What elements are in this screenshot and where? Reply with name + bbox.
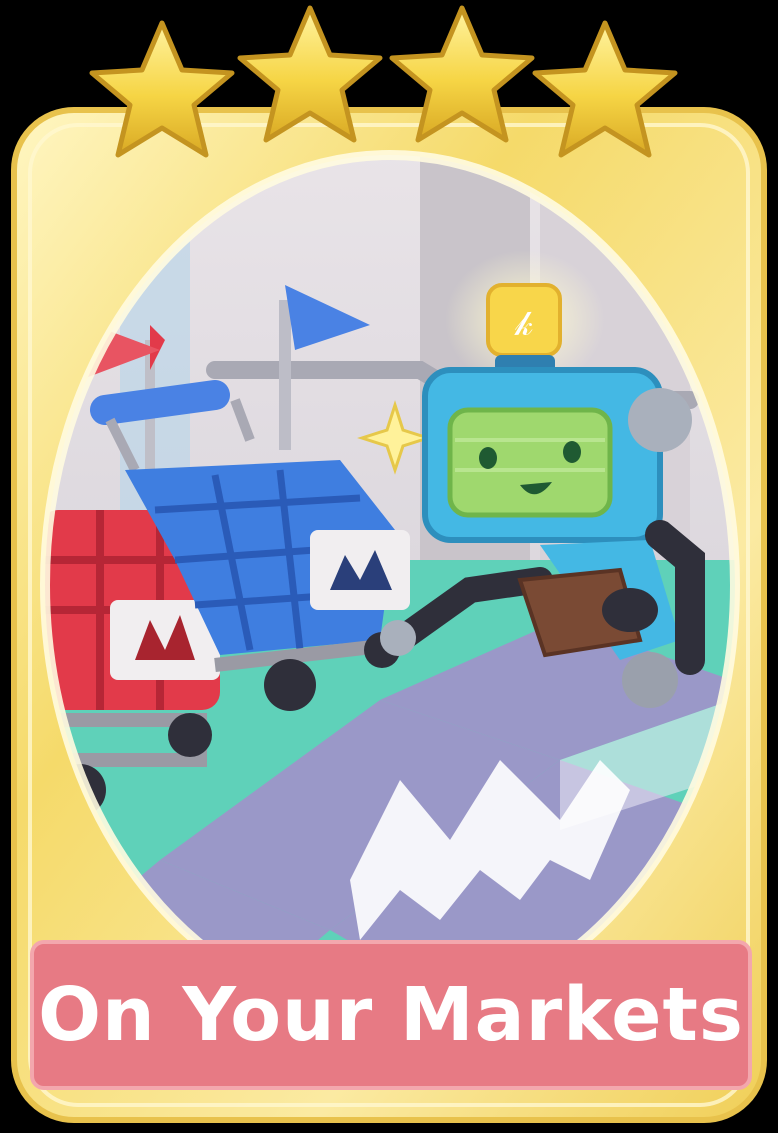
card-title: On Your Markets: [38, 972, 744, 1058]
title-banner: On Your Markets: [30, 940, 752, 1090]
svg-text:𝓀: 𝓀: [514, 304, 533, 344]
sticker-card[interactable]: 𝓀 On Your Markets: [0, 0, 778, 1133]
